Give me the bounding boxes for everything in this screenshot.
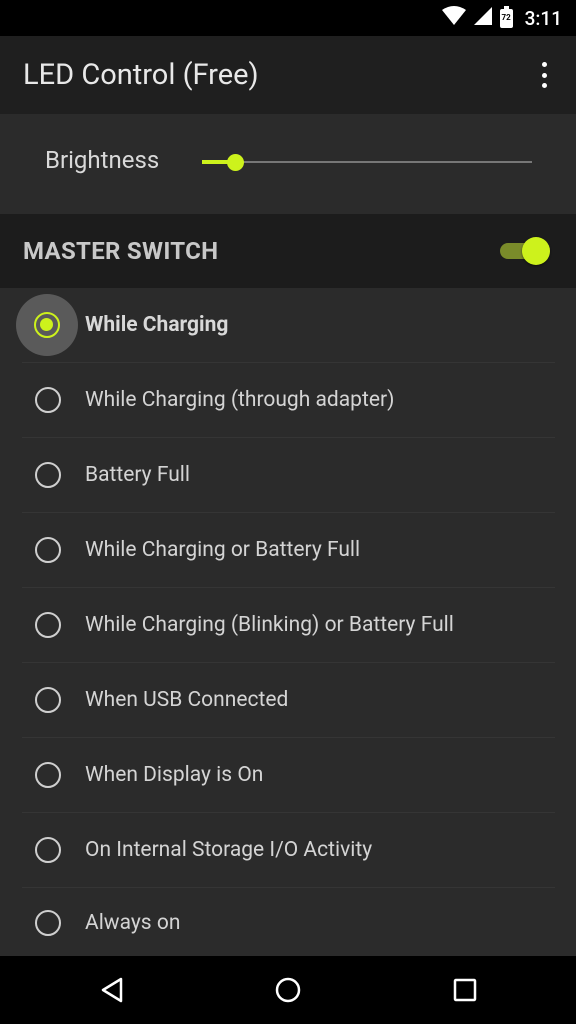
radio-button-container[interactable]	[22, 374, 74, 426]
led-mode-option-label: On Internal Storage I/O Activity	[85, 838, 373, 862]
radio-button-container[interactable]	[22, 599, 74, 651]
led-mode-list: While Charging While Charging (through ad…	[0, 288, 576, 956]
app-title: LED Control (Free)	[23, 58, 259, 92]
radio-unchecked-icon[interactable]	[35, 462, 61, 488]
slider-track	[202, 161, 532, 163]
home-icon[interactable]	[274, 976, 302, 1004]
led-mode-option[interactable]: While Charging or Battery Full	[22, 513, 555, 588]
brightness-slider[interactable]	[202, 151, 532, 173]
led-mode-option[interactable]: Always on	[22, 888, 555, 958]
radio-checked-icon[interactable]	[34, 312, 60, 338]
led-mode-option-label: Always on	[85, 911, 181, 935]
led-mode-option[interactable]: While Charging (through adapter)	[22, 363, 555, 438]
master-switch-row[interactable]: MASTER SWITCH	[0, 214, 576, 288]
toggle-thumb	[522, 237, 550, 265]
led-mode-option[interactable]: Battery Full	[22, 438, 555, 513]
led-mode-option-label: Battery Full	[85, 463, 190, 487]
radio-button-container[interactable]	[22, 897, 74, 949]
battery-level: 72	[501, 13, 511, 22]
master-switch-toggle[interactable]	[500, 237, 550, 265]
radio-button-container[interactable]	[16, 294, 78, 356]
status-bar: 72 3:11	[0, 0, 576, 36]
brightness-section: Brightness	[0, 114, 576, 214]
master-switch-label: MASTER SWITCH	[23, 237, 219, 265]
led-mode-option-label: While Charging or Battery Full	[85, 538, 361, 562]
radio-button-container[interactable]	[22, 449, 74, 501]
led-mode-option[interactable]: While Charging	[16, 288, 555, 363]
led-mode-option-label: While Charging	[85, 313, 229, 337]
radio-unchecked-icon[interactable]	[35, 837, 61, 863]
led-mode-option-label: While Charging (through adapter)	[85, 388, 395, 412]
back-icon[interactable]	[99, 976, 127, 1004]
radio-button-container[interactable]	[22, 824, 74, 876]
radio-unchecked-icon[interactable]	[35, 762, 61, 788]
led-mode-option[interactable]: When Display is On	[22, 738, 555, 813]
led-mode-option[interactable]: While Charging (Blinking) or Battery Ful…	[22, 588, 555, 663]
led-mode-option-label: While Charging (Blinking) or Battery Ful…	[85, 613, 454, 637]
slider-thumb[interactable]	[227, 154, 244, 171]
app-bar: LED Control (Free)	[0, 36, 576, 114]
wifi-icon	[441, 6, 466, 30]
radio-button-container[interactable]	[22, 749, 74, 801]
radio-unchecked-icon[interactable]	[35, 387, 61, 413]
radio-unchecked-icon[interactable]	[35, 687, 61, 713]
radio-unchecked-icon[interactable]	[35, 910, 61, 936]
led-mode-option-label: When Display is On	[85, 763, 264, 787]
brightness-label: Brightness	[45, 146, 160, 174]
led-mode-option[interactable]: When USB Connected	[22, 663, 555, 738]
radio-unchecked-icon[interactable]	[35, 537, 61, 563]
radio-button-container[interactable]	[22, 524, 74, 576]
battery-icon: 72	[499, 5, 513, 28]
cell-signal-icon	[473, 6, 492, 30]
status-time: 3:11	[524, 6, 562, 30]
navigation-bar	[0, 956, 576, 1024]
recents-icon[interactable]	[451, 976, 479, 1004]
led-mode-option[interactable]: On Internal Storage I/O Activity	[22, 813, 555, 888]
led-mode-option-label: When USB Connected	[85, 688, 289, 712]
more-vert-icon[interactable]	[534, 62, 554, 88]
radio-unchecked-icon[interactable]	[35, 612, 61, 638]
radio-button-container[interactable]	[22, 674, 74, 726]
